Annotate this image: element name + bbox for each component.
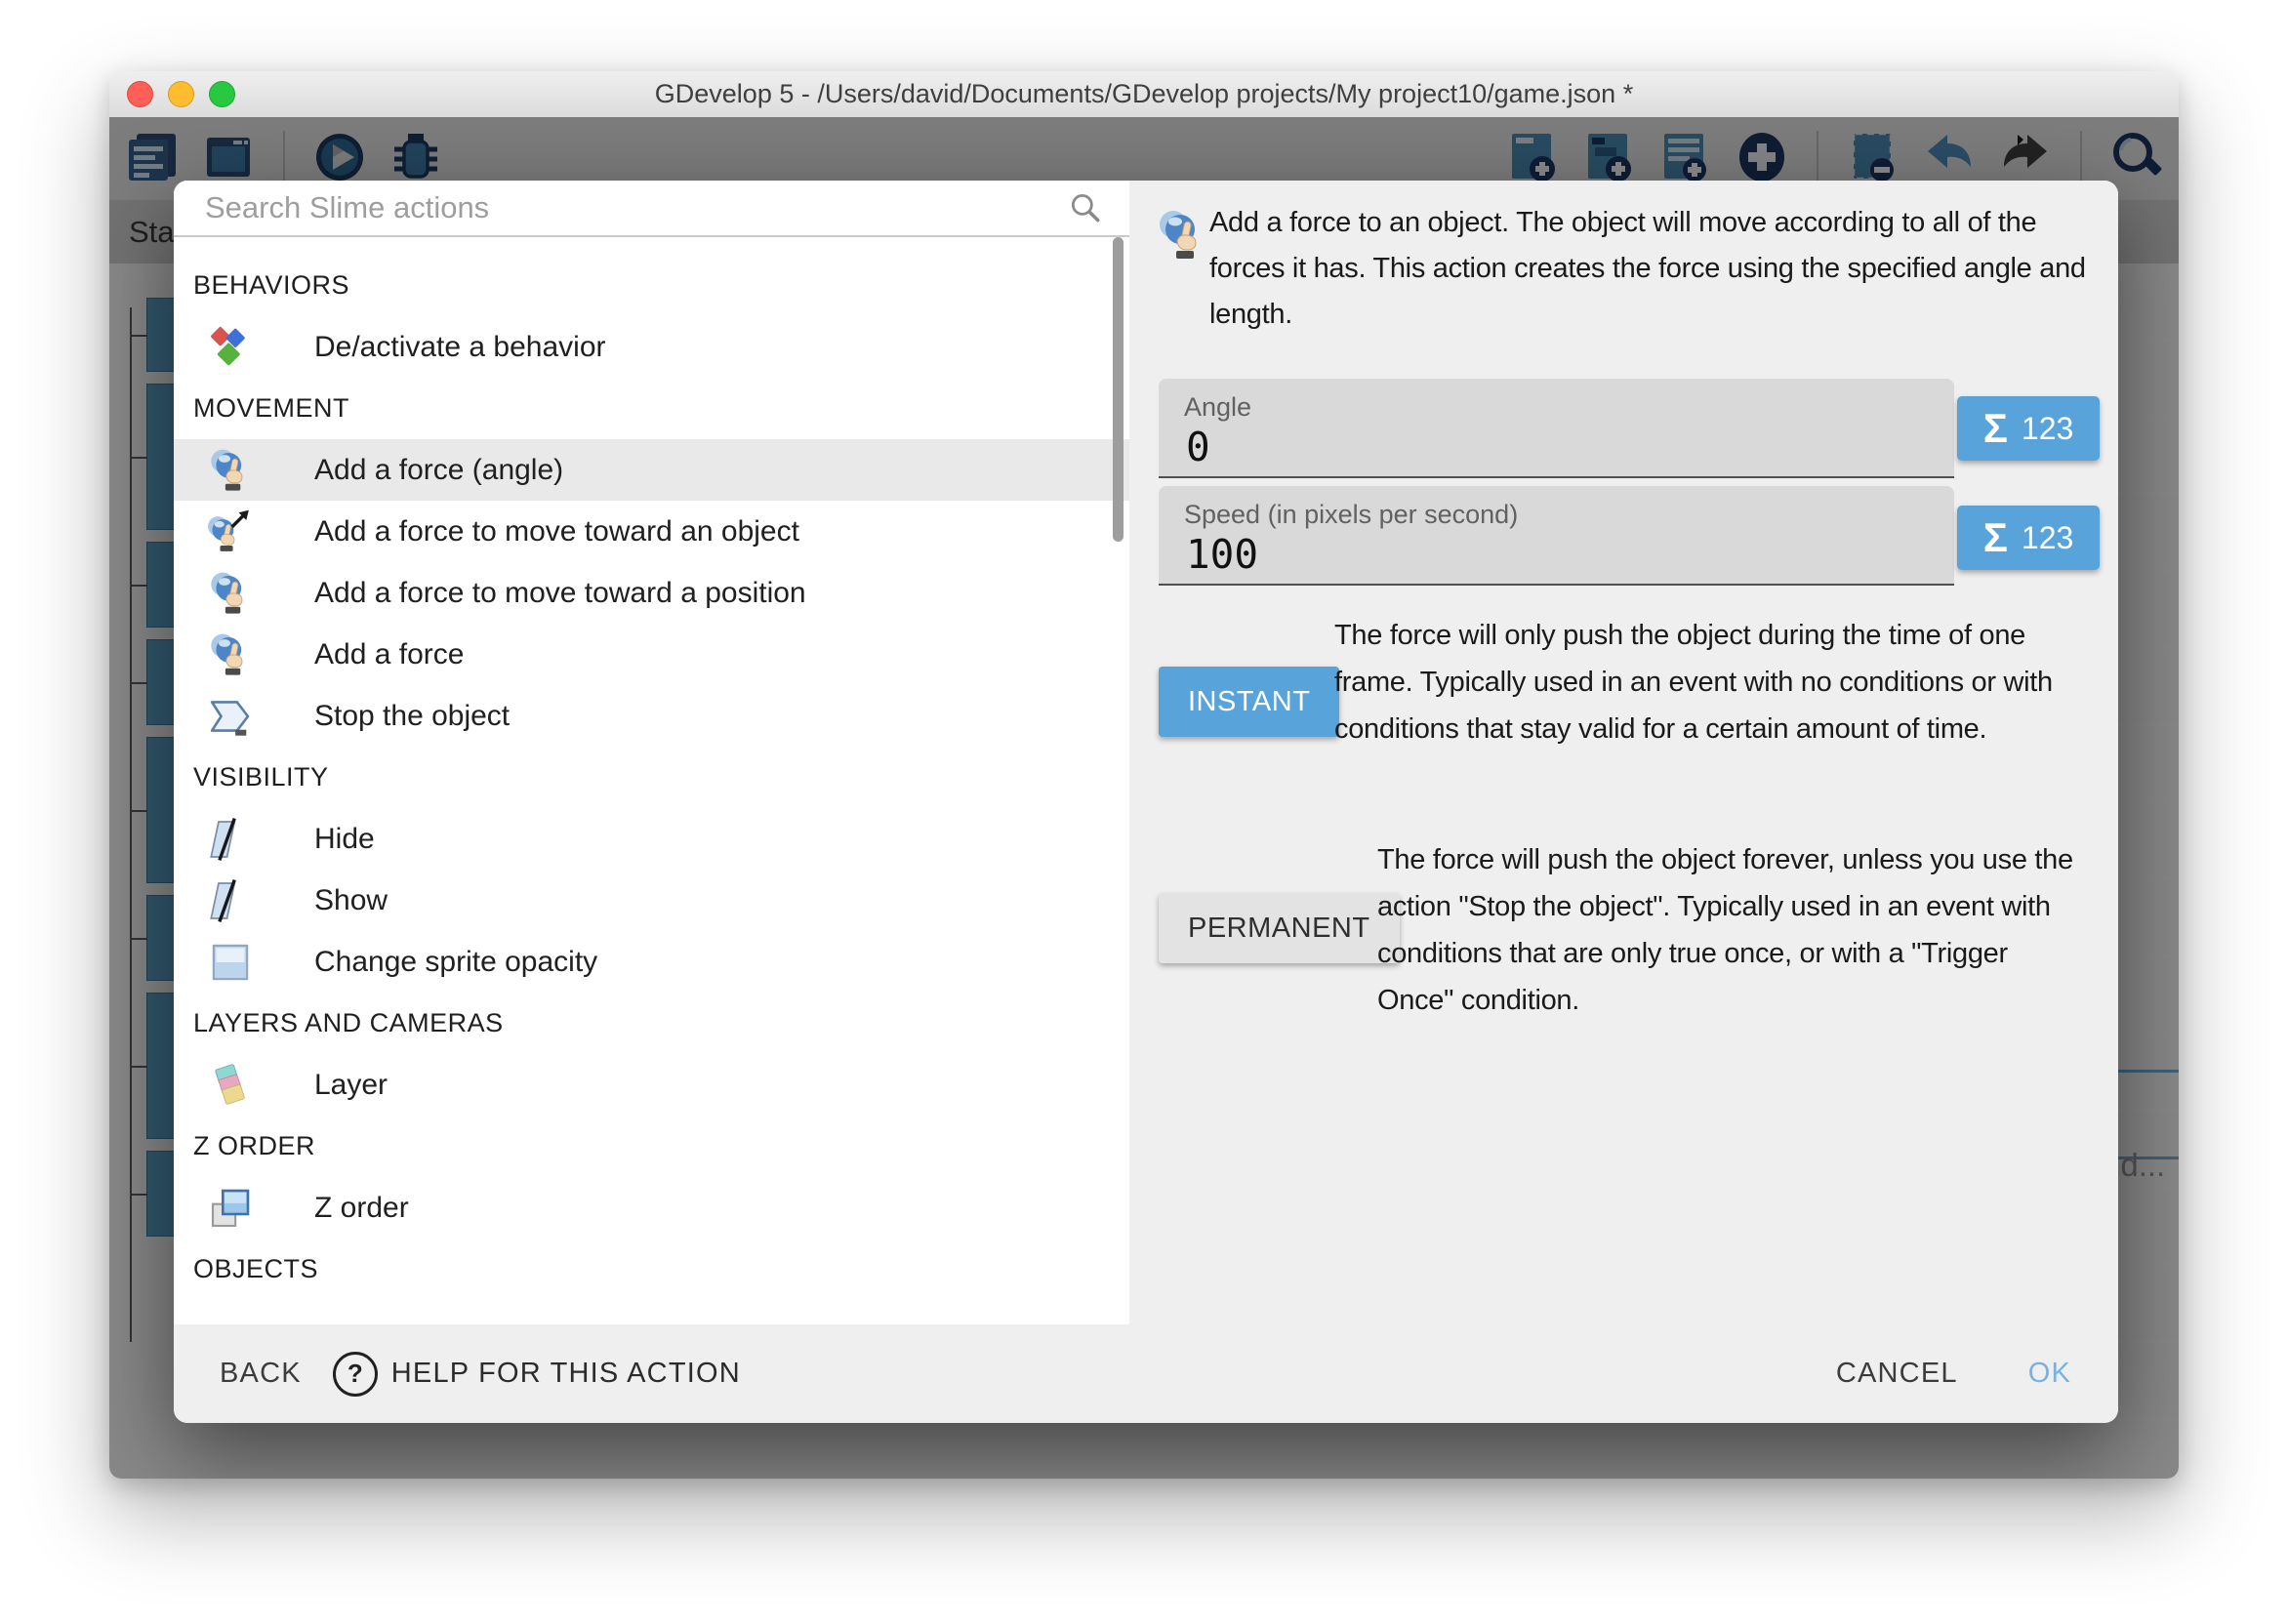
add-force-icon — [1155, 208, 1209, 263]
action-description: Add a force to an object. The object wil… — [1209, 200, 2096, 338]
search-icon — [1067, 189, 1104, 226]
action-list: BEHAVIORS De/activate a behavior MOVEMENT A… — [174, 235, 1129, 1324]
ok-button[interactable]: OK — [2028, 1358, 2071, 1390]
action-item-add-a-force[interactable]: Add a force — [174, 624, 1129, 685]
action-item-label: Z order — [314, 1192, 409, 1225]
help-icon: ? — [333, 1352, 378, 1397]
angle-expression-button[interactable]: Σ 123 — [1957, 396, 2100, 461]
traffic-lights — [127, 71, 235, 117]
section-header-z-order: Z ORDER — [174, 1116, 1129, 1177]
action-item-label: Add a force to move toward an object — [314, 515, 799, 548]
action-item-partial[interactable] — [174, 1300, 1129, 1324]
section-header-objects: OBJECTS — [174, 1238, 1129, 1300]
minimize-button[interactable] — [168, 81, 194, 107]
section-header-layers-and-cameras: LAYERS AND CAMERAS — [174, 993, 1129, 1054]
opacity-icon — [207, 939, 254, 986]
section-header-visibility: VISIBILITY — [174, 747, 1129, 808]
angle-field: Angle — [1159, 379, 1954, 478]
action-item-add-a-force-angle[interactable]: Add a force (angle) — [174, 439, 1129, 501]
speed-input[interactable] — [1184, 529, 1930, 580]
search-row — [174, 181, 1129, 237]
action-item-label: Add a force — [314, 638, 464, 671]
action-item-label: Add a force (angle) — [314, 454, 563, 487]
speed-expression-button[interactable]: Σ 123 — [1957, 506, 2100, 570]
sigma-icon: Σ — [1983, 517, 2008, 558]
stop-object-icon — [207, 693, 254, 740]
numbers-label: 123 — [2022, 522, 2073, 553]
sigma-icon: Σ — [1983, 408, 2008, 449]
action-item-show[interactable]: Show — [174, 870, 1129, 931]
force-toward-object-icon — [207, 508, 254, 555]
zoom-button[interactable] — [209, 81, 235, 107]
action-item-label: De/activate a behavior — [314, 331, 606, 364]
cancel-button[interactable]: CANCEL — [1836, 1358, 1958, 1390]
z-order-icon — [207, 1185, 254, 1232]
hide-icon — [207, 816, 254, 863]
instant-description: The force will only push the object duri… — [1334, 612, 2076, 752]
action-item-change-sprite-opacity[interactable]: Change sprite opacity — [174, 931, 1129, 993]
instant-button[interactable]: INSTANT — [1159, 667, 1339, 737]
action-item-label: Change sprite opacity — [314, 946, 597, 979]
action-item-layer[interactable]: Layer — [174, 1054, 1129, 1116]
section-header-behaviors: BEHAVIORS — [174, 255, 1129, 316]
action-item-add-a-force-to-move-toward-a-position[interactable]: Add a force to move toward a position — [174, 562, 1129, 624]
titlebar: GDevelop 5 - /Users/david/Documents/GDev… — [109, 71, 2179, 118]
speed-field: Speed (in pixels per second) — [1159, 486, 1954, 586]
behavior-icon — [207, 324, 254, 371]
instruction-editor-dialog: BEHAVIORS De/activate a behavior MOVEMENT A… — [174, 181, 2118, 1423]
add-force-icon — [207, 631, 254, 678]
action-item-label: Show — [314, 884, 388, 917]
close-button[interactable] — [127, 81, 153, 107]
angle-input[interactable] — [1184, 422, 1930, 472]
add-force-icon — [207, 570, 254, 617]
action-list-panel: BEHAVIORS De/activate a behavior MOVEMENT A… — [174, 181, 1129, 1324]
action-item-label: Hide — [314, 823, 375, 856]
action-item-label: Stop the object — [314, 700, 510, 733]
action-item-hide[interactable]: Hide — [174, 808, 1129, 870]
action-detail-panel: Add a force to an object. The object wil… — [1129, 181, 2118, 1324]
permanent-description: The force will push the object forever, … — [1377, 836, 2086, 1024]
action-item-de-activate-a-behavior[interactable]: De/activate a behavior — [174, 316, 1129, 378]
window-title: GDevelop 5 - /Users/david/Documents/GDev… — [655, 79, 1633, 109]
layer-icon — [207, 1062, 254, 1109]
back-button[interactable]: BACK — [220, 1358, 302, 1390]
speed-field-label: Speed (in pixels per second) — [1184, 500, 1518, 530]
permanent-button[interactable]: PERMANENT — [1159, 893, 1400, 963]
action-item-z-order[interactable]: Z order — [174, 1177, 1129, 1238]
section-header-movement: MOVEMENT — [174, 378, 1129, 439]
dialog-footer: BACK ? HELP FOR THIS ACTION CANCEL OK — [174, 1324, 2118, 1423]
app-window: GDevelop 5 - /Users/david/Documents/GDev… — [109, 71, 2179, 1479]
action-item-label: Add a force to move toward a position — [314, 577, 806, 610]
search-input[interactable] — [203, 181, 1056, 235]
list-scrollbar-thumb[interactable] — [1113, 237, 1124, 542]
angle-field-label: Angle — [1184, 392, 1251, 423]
help-button[interactable]: ? HELP FOR THIS ACTION — [327, 1351, 747, 1398]
add-force-icon — [207, 447, 254, 494]
numbers-label: 123 — [2022, 413, 2073, 444]
footer-actions: CANCEL OK — [1836, 1358, 2071, 1390]
action-item-add-a-force-to-move-toward-an-object[interactable]: Add a force to move toward an object — [174, 501, 1129, 562]
action-item-stop-the-object[interactable]: Stop the object — [174, 685, 1129, 747]
window-content: Sta dd... B — [109, 117, 2179, 1479]
help-button-label: HELP FOR THIS ACTION — [391, 1358, 741, 1390]
action-item-label: Layer — [314, 1069, 388, 1102]
objects-partial-icon — [207, 1308, 254, 1325]
show-icon — [207, 877, 254, 924]
